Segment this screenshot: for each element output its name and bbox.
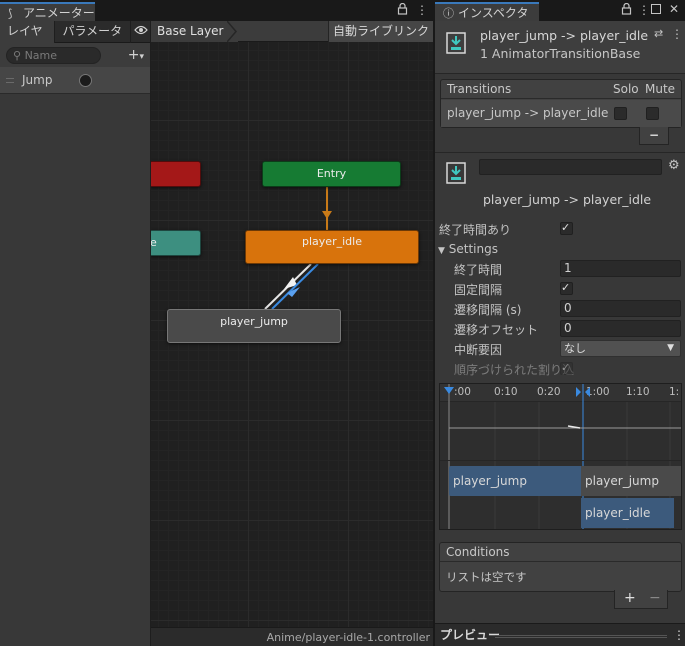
chevron-down-icon: ▼ [438, 246, 445, 256]
animator-tab[interactable]: ⟆ アニメーター [0, 2, 95, 21]
layer-search-input[interactable]: ⚲ Name [6, 46, 101, 64]
remove-transition-button[interactable]: − [639, 127, 669, 145]
tab-layers[interactable]: レイヤー [0, 21, 56, 59]
duration-field[interactable]: 0 [560, 300, 681, 317]
transition-row[interactable]: player_jump -> player_idle [441, 100, 681, 127]
mute-checkbox[interactable] [646, 107, 659, 120]
animator-tabbar: ⟆ アニメーター ⋮ [0, 0, 433, 21]
settings-label: Settings [448, 242, 498, 256]
divider [435, 152, 685, 153]
jump-to-idle-transition-selected [271, 263, 319, 310]
animator-window: ⟆アニメーター ⋮ レイヤー パラメーター ⚲ Name +▾ Jump [0, 0, 433, 646]
inspector-title: player_jump -> player_idle [480, 28, 649, 43]
kebab-menu-icon[interactable]: ⋮ [638, 3, 650, 17]
state-any-partial[interactable]: e [151, 230, 201, 256]
settings-foldout[interactable]: ▼ Settings [438, 242, 498, 256]
conditions-empty-text: リストは空です [446, 570, 527, 584]
state-graph[interactable]: Base Layer 自動ライブリンク Entry e player_idle … [151, 21, 433, 646]
exit-time-field[interactable]: 1 [560, 260, 681, 277]
conditions-list: Conditions リストは空です [439, 542, 682, 592]
preview-resize-handle[interactable] [495, 635, 667, 638]
remove-condition-button[interactable]: − [649, 590, 661, 606]
state-entry[interactable]: Entry [262, 161, 401, 187]
kebab-menu-icon[interactable]: ⋮ [416, 3, 428, 17]
animator-tab-label: アニメーター [23, 6, 95, 20]
transitions-header: Transitions Solo Mute [441, 80, 681, 99]
state-exit-partial[interactable] [151, 161, 201, 187]
preview-label: プレビュー [440, 628, 501, 642]
transitions-list: Transitions Solo Mute player_jump -> pla… [440, 79, 682, 128]
offset-field[interactable]: 0 [560, 320, 681, 337]
offset-label: 遷移オフセット [454, 323, 539, 337]
transition-name-field[interactable] [479, 159, 662, 175]
start-marker-icon [444, 387, 454, 394]
close-icon[interactable]: ✕ [669, 2, 679, 16]
layer-item-jump[interactable]: Jump [0, 67, 150, 94]
transition-icon [446, 32, 466, 54]
ordered-interruption-label: 順序づけられた割り込 [454, 363, 575, 377]
transition-icon [446, 162, 466, 184]
lock-icon[interactable] [397, 2, 408, 18]
interruption-source-label: 中断要因 [454, 343, 503, 357]
search-placeholder: Name [24, 48, 58, 62]
lock-icon[interactable] [621, 2, 632, 18]
mute-header: Mute [645, 82, 676, 96]
exit-time-label: 終了時間 [454, 263, 503, 277]
has-exit-time-label: 終了時間あり [439, 223, 512, 237]
has-exit-time-checkbox[interactable] [560, 221, 573, 235]
clip-player-jump-source[interactable]: player_jump [449, 466, 581, 496]
transitions-header-label: Transitions [447, 82, 512, 96]
inspector-tab[interactable]: ⓘインスペクター [435, 2, 539, 39]
duration-label: 遷移間隔 (s) [454, 303, 522, 317]
conditions-header-label: Conditions [446, 545, 510, 559]
transition-timeline[interactable]: :00 0:10 0:20 1:00 1:10 1: player_jump p… [439, 383, 682, 530]
inspector-tabbar: ⓘインスペクター ⋮ ✕ [435, 0, 685, 39]
layers-params-tabs: レイヤー パラメーター [0, 21, 150, 59]
tab-parameters[interactable]: パラメーター [55, 21, 132, 59]
kebab-menu-icon[interactable]: ⋮ [671, 27, 683, 41]
inspector-header: player_jump -> player_idle 1 AnimatorTra… [435, 21, 685, 74]
chevron-down-icon: ▼ [667, 343, 674, 353]
fixed-duration-checkbox[interactable] [560, 281, 573, 295]
conditions-footer: + − [614, 590, 668, 609]
layer-search-row: ⚲ Name +▾ [0, 43, 150, 67]
state-player-jump[interactable]: player_jump [167, 309, 341, 343]
layer-settings-icon[interactable] [79, 74, 92, 87]
solo-header: Solo [613, 82, 639, 96]
interruption-source-dropdown[interactable]: なし ▼ [560, 340, 681, 357]
inspector-subtitle: 1 AnimatorTransitionBase [480, 46, 641, 61]
inspector-window: ⓘインスペクター ⋮ ✕ player_jump -> player_idle … [434, 0, 685, 646]
drag-handle-icon[interactable] [6, 77, 14, 83]
gear-icon[interactable]: ⚙ [668, 158, 680, 173]
preview-bar[interactable]: プレビュー ⋮ [435, 623, 685, 646]
entry-transition-arrow [322, 211, 332, 219]
transition-name-label: player_jump -> player_idle [483, 192, 652, 207]
ordered-interruption-checkbox [560, 361, 573, 375]
clip-player-idle[interactable]: player_idle [581, 498, 674, 528]
add-condition-button[interactable]: + [624, 590, 636, 606]
conditions-header: Conditions [440, 543, 681, 562]
solo-checkbox[interactable] [614, 107, 627, 120]
fixed-duration-label: 固定間隔 [454, 283, 503, 297]
presets-icon[interactable]: ⇄ [654, 27, 663, 40]
layer-name: Jump [22, 73, 53, 87]
interruption-source-value: なし [564, 342, 586, 355]
transition-row-label: player_jump -> player_idle [447, 106, 609, 120]
maximize-icon[interactable] [651, 3, 661, 17]
eye-icon[interactable] [131, 21, 150, 43]
add-layer-button[interactable]: +▾ [128, 47, 144, 63]
controller-path: Anime/player-idle-1.controller [151, 627, 433, 646]
search-icon: ⚲ [13, 48, 25, 62]
state-player-idle[interactable]: player_idle [245, 230, 419, 264]
kebab-menu-icon[interactable]: ⋮ [673, 624, 685, 646]
clip-player-jump-continued[interactable]: player_jump [581, 466, 681, 496]
layers-panel: レイヤー パラメーター ⚲ Name +▾ Jump [0, 21, 151, 646]
